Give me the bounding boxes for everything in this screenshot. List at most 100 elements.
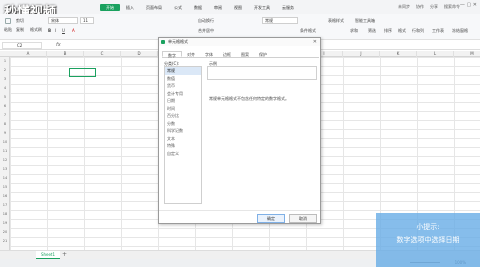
- row-header[interactable]: 3: [0, 77, 10, 81]
- row-header[interactable]: 1: [0, 59, 10, 63]
- menu-item[interactable]: 云服务: [276, 4, 300, 11]
- menu-item[interactable]: 开始: [100, 4, 120, 11]
- row-header[interactable]: 9: [0, 131, 10, 135]
- tip-overlay: 小提示: 数字选项中选择日期: [376, 213, 480, 267]
- sum-button[interactable]: 求和: [350, 28, 358, 34]
- row-header[interactable]: 16: [0, 194, 10, 198]
- row-header[interactable]: 4: [0, 86, 10, 90]
- dialog-tab[interactable]: 数字: [162, 51, 182, 58]
- format-description: 常规单元格格式不包含任何特定的数字格式。: [209, 96, 289, 101]
- menu-right-item[interactable]: 搜索命令: [444, 4, 460, 10]
- row-header[interactable]: 8: [0, 122, 10, 126]
- dialog-tab[interactable]: 对齐: [182, 51, 200, 57]
- fx-icon[interactable]: fx: [56, 42, 61, 48]
- category-item[interactable]: 百分比: [165, 112, 201, 120]
- paste-icon[interactable]: [5, 18, 11, 24]
- sheet-tab-sheet1[interactable]: Sheet1: [36, 251, 60, 259]
- row-header[interactable]: 2: [0, 68, 10, 72]
- category-item[interactable]: 特殊: [165, 142, 201, 150]
- format-button[interactable]: 格式: [398, 28, 406, 34]
- menu-right-item[interactable]: 协作: [416, 4, 424, 10]
- row-header[interactable]: 11: [0, 149, 10, 153]
- row-header[interactable]: 17: [0, 203, 10, 207]
- sort-button[interactable]: 排序: [384, 28, 392, 34]
- app-icon: [161, 40, 165, 44]
- row-header-bar: 1 2 3 4 5 6 7 8 9 10 11 12 13 14 15 16 17 18 19 20 21: [0, 57, 10, 250]
- row-header[interactable]: 12: [0, 158, 10, 162]
- category-item[interactable]: 自定义: [165, 150, 201, 158]
- dialog-tab[interactable]: 字体: [200, 51, 218, 57]
- format-painter-button[interactable]: 格式刷: [30, 27, 42, 33]
- category-item[interactable]: 货币: [165, 82, 201, 90]
- menu-right-item[interactable]: 分享: [430, 4, 438, 10]
- category-list: 常规 数值 货币 会计专用 日期 时间 百分比 分数 科学记数 文本 特殊 自定义: [164, 66, 202, 204]
- category-item[interactable]: 时间: [165, 105, 201, 113]
- category-item[interactable]: 分数: [165, 120, 201, 128]
- menu-right: 未同步 协作 分享 搜索命令: [398, 4, 460, 10]
- menu-item[interactable]: 公式: [168, 4, 188, 11]
- row-header[interactable]: 19: [0, 221, 10, 225]
- merge-center-button[interactable]: 合并居中: [198, 28, 214, 34]
- font-size-select[interactable]: 11: [80, 17, 94, 24]
- selected-cell[interactable]: [69, 68, 96, 77]
- dialog-tab[interactable]: 保护: [254, 51, 272, 57]
- row-header[interactable]: 13: [0, 167, 10, 171]
- dialog-tab[interactable]: 图案: [236, 51, 254, 57]
- add-sheet-button[interactable]: +: [62, 251, 67, 259]
- name-box[interactable]: C2: [2, 42, 42, 49]
- menu-item[interactable]: 视图: [228, 4, 248, 11]
- ok-button[interactable]: 确定: [257, 214, 285, 223]
- conditional-format-button[interactable]: 条件格式: [300, 28, 316, 34]
- underline-icon[interactable]: U: [62, 28, 65, 33]
- menu-bar: 开始 插入 页面布局 公式 数据 审阅 视图 开发工具 云服务: [100, 4, 300, 11]
- tip-title: 小提示:: [416, 223, 440, 231]
- italic-icon[interactable]: I: [55, 28, 56, 33]
- copy-button[interactable]: 复制: [16, 27, 24, 33]
- category-item[interactable]: 常规: [165, 67, 201, 75]
- category-item[interactable]: 会计专用: [165, 90, 201, 98]
- table-style-button[interactable]: 表格样式: [328, 18, 344, 24]
- cut-button[interactable]: 剪切: [16, 18, 24, 24]
- category-item[interactable]: 文本: [165, 135, 201, 143]
- font-color-icon[interactable]: A: [72, 28, 75, 33]
- row-header[interactable]: 14: [0, 176, 10, 180]
- title-bar: 秒懂视频 开始 插入 页面布局 公式 数据 审阅 视图 开发工具 云服务 未同步 协作 分享 搜索命令…: [0, 0, 480, 20]
- menu-right-item[interactable]: 未同步: [398, 4, 410, 10]
- menu-item[interactable]: 审阅: [208, 4, 228, 11]
- menu-item[interactable]: 页面布局: [140, 4, 168, 11]
- dialog-title: 单元格格式: [168, 39, 188, 44]
- filter-button[interactable]: 筛选: [368, 28, 376, 34]
- row-header[interactable]: 15: [0, 185, 10, 189]
- close-icon[interactable]: ✕: [313, 38, 317, 46]
- dialog-title-bar: 单元格格式 ✕: [159, 38, 320, 46]
- worksheet-button[interactable]: 工作表: [432, 28, 444, 34]
- category-item[interactable]: 数值: [165, 75, 201, 83]
- dialog-tab[interactable]: 边框: [218, 51, 236, 57]
- paste-button-label[interactable]: 粘贴: [4, 27, 12, 33]
- menu-item[interactable]: 开发工具: [248, 4, 276, 11]
- cancel-button[interactable]: 取消: [289, 214, 317, 223]
- smart-toolbox-button[interactable]: 智能工具箱: [355, 18, 375, 24]
- menu-item[interactable]: 数据: [188, 4, 208, 11]
- dialog-tabs: 数字 对齐 字体 边框 图案 保护: [162, 51, 319, 58]
- row-header[interactable]: 5: [0, 95, 10, 99]
- category-item[interactable]: 科学记数: [165, 127, 201, 135]
- row-header[interactable]: 7: [0, 113, 10, 117]
- row-header[interactable]: 18: [0, 212, 10, 216]
- font-select[interactable]: 宋体: [48, 17, 78, 24]
- row-header[interactable]: 21: [0, 239, 10, 243]
- bold-icon[interactable]: B: [48, 28, 51, 33]
- row-col-button[interactable]: 行和列: [412, 28, 424, 34]
- number-format-select[interactable]: 常规: [262, 17, 298, 24]
- dialog-footer: 确定 取消: [159, 210, 320, 224]
- wrap-text-button[interactable]: 自动换行: [198, 18, 214, 24]
- format-cells-dialog: 单元格格式 ✕ 数字 对齐 字体 边框 图案 保护 分类(C): 常规 数值 货币 会计专用 日期…: [158, 37, 321, 224]
- category-item[interactable]: 日期: [165, 97, 201, 105]
- window-controls[interactable]: — ▢ ✕: [460, 2, 477, 8]
- row-header[interactable]: 6: [0, 104, 10, 108]
- row-header[interactable]: 20: [0, 230, 10, 234]
- freeze-pane-button[interactable]: 冻结窗格: [452, 28, 468, 34]
- menu-item[interactable]: 插入: [120, 4, 140, 11]
- row-header[interactable]: 10: [0, 140, 10, 144]
- tip-text: 数字选项中选择日期: [396, 236, 460, 244]
